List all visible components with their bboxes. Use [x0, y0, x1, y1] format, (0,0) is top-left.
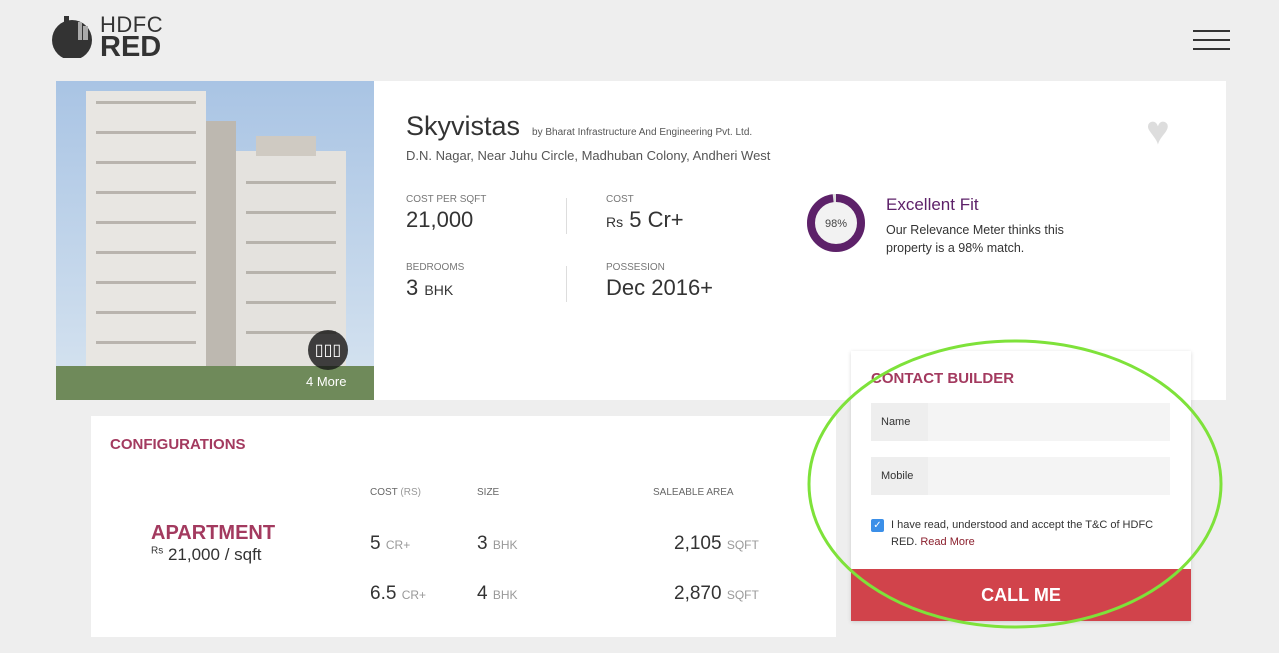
terms-checkbox[interactable]: ✓ [871, 519, 884, 532]
property-address: D.N. Nagar, Near Juhu Circle, Madhuban C… [406, 148, 771, 163]
configurations-title: CONFIGURATIONS [110, 436, 246, 453]
divider [566, 198, 567, 234]
favorite-heart-icon[interactable]: ♥ [1146, 109, 1170, 154]
configurations-card: CONFIGURATIONS COST (RS) SIZE SALEABLE A… [91, 416, 836, 637]
logo[interactable]: HDFC RED [50, 14, 163, 63]
property-title: Skyvistas by Bharat Infrastructure And En… [406, 111, 752, 142]
header-area: SALEABLE AREA [653, 487, 734, 498]
call-me-button[interactable]: CALL ME [851, 569, 1191, 621]
terms-row: ✓ I have read, understood and accept the… [871, 517, 1171, 551]
gallery-icon[interactable]: ▯▯▯ [308, 330, 348, 370]
stat-cost-per-sqft: COST PER SQFT 21,000 [406, 194, 487, 232]
relevance-title: Excellent Fit [886, 195, 979, 214]
property-name: Skyvistas [406, 111, 521, 141]
stat-cost: COST Rs 5 Cr+ [606, 194, 684, 232]
contact-title: CONTACT BUILDER [871, 370, 1015, 387]
row1-cost: 5 CR+ [370, 533, 411, 554]
name-input[interactable] [928, 403, 1170, 441]
mobile-input[interactable] [928, 457, 1170, 495]
stat-possession: POSSESION Dec 2016+ [606, 262, 714, 300]
name-field[interactable]: Name [871, 403, 1170, 441]
relevance-description: Our Relevance Meter thinks this property… [886, 223, 1064, 255]
row2-area: 2,870 SQFT [674, 583, 759, 604]
hamburger-menu-button[interactable] [1193, 30, 1230, 50]
row2-cost: 6.5 CR+ [370, 583, 427, 604]
gallery-more-link[interactable]: 4 More [306, 374, 346, 389]
relevance-percent: 98% [825, 218, 847, 230]
row1-size: 3 BHK [477, 533, 518, 554]
mobile-field[interactable]: Mobile [871, 457, 1170, 495]
logo-line2: RED [100, 31, 162, 63]
read-more-link[interactable]: Read More [920, 536, 974, 548]
divider [566, 266, 567, 302]
stat-bedrooms: BEDROOMS 3 BHK [406, 262, 465, 300]
relevance-meter: 98% [807, 194, 865, 252]
header-cost: COST (RS) [370, 487, 421, 498]
property-photo[interactable]: ▯▯▯ 4 More [56, 81, 374, 400]
header-size: SIZE [477, 487, 500, 498]
row1-area: 2,105 SQFT [674, 533, 759, 554]
builder-name: by Bharat Infrastructure And Engineering… [532, 127, 753, 138]
row2-size: 4 BHK [477, 583, 518, 604]
contact-builder-form: CONTACT BUILDER Name Mobile ✓ I have rea… [851, 351, 1191, 621]
apartment-type: APARTMENT Rs 21,000 / sqft [151, 522, 276, 564]
logo-skyline-icon [52, 16, 92, 58]
